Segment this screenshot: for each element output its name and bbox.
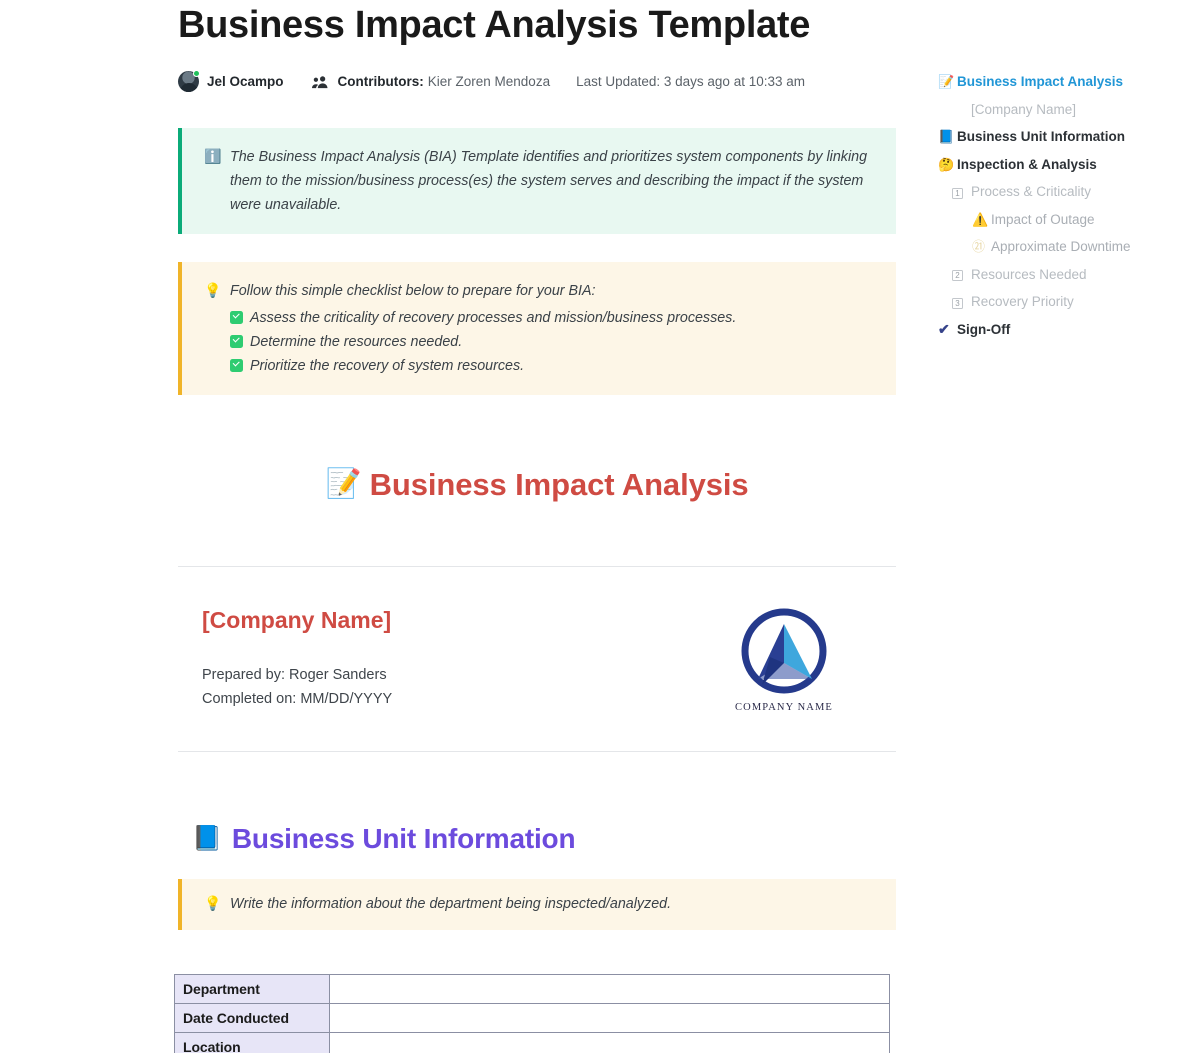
table-row-label: Department (174, 973, 330, 1004)
table-row: Location (174, 1031, 890, 1053)
blue-book-emoji: 📘 (938, 129, 955, 145)
company-logo-caption: COMPANY NAME (735, 701, 833, 713)
company-name-heading: [Company Name] (202, 606, 392, 633)
outline-item-process-criticality[interactable]: 1 Process & Criticality (938, 178, 1188, 206)
author-name: Jel Ocampo (207, 74, 284, 90)
keycap-3-icon: 3 (952, 295, 971, 309)
outline-item-label: Business Impact Analysis (957, 74, 1124, 90)
contributors-label: Contributors: (337, 74, 424, 90)
last-updated-text: Last Updated: 3 days ago at 10:33 am (576, 74, 805, 90)
warning-triangle-emoji: ⚠️ (972, 211, 989, 227)
avatar[interactable] (178, 70, 200, 93)
business-unit-hint-text: Write the information about the departme… (230, 895, 672, 912)
company-logo-mark (741, 608, 827, 694)
checklist-item-label: Prioritize the recovery of system resour… (250, 357, 525, 374)
checked-checkbox-icon[interactable] (230, 358, 243, 372)
business-unit-hint-callout: 💡 Write the information about the depart… (178, 878, 896, 930)
checklist-item-label: Determine the resources needed. (250, 333, 463, 350)
business-unit-heading: 📘 Business Unit Information (178, 818, 896, 860)
company-details: [Company Name] Prepared by: Roger Sander… (202, 603, 392, 712)
memo-emoji: 📝 (325, 468, 362, 501)
outline-item-label: [Company Name] (971, 101, 1077, 117)
table-row: Department (174, 973, 890, 1004)
table-row-value[interactable] (329, 1002, 890, 1033)
table-row-value[interactable] (329, 973, 890, 1004)
lightbulb-emoji: 💡 (204, 894, 222, 911)
outline-item-impact-of-outage[interactable]: ⚠️ Impact of Outage (938, 206, 1188, 234)
info-callout: ℹ️ The Business Impact Analysis (BIA) Te… (178, 127, 896, 234)
table-row-value[interactable] (329, 1031, 890, 1053)
business-unit-heading-text: Business Unit Information (231, 822, 576, 854)
keycap-1-icon: 1 (952, 185, 971, 199)
checklist: Assess the criticality of recovery proce… (204, 306, 876, 378)
outline-item-approximate-downtime[interactable]: ㉑ Approximate Downtime (938, 233, 1188, 261)
outline-item-label: Resources Needed (971, 266, 1087, 282)
checklist-intro: Follow this simple checklist below to pr… (230, 282, 596, 299)
list-item[interactable]: Prioritize the recovery of system resour… (204, 354, 876, 378)
contributors-block: Contributors: Kier Zoren Mendoza (311, 74, 551, 90)
thinking-face-emoji: 🤔 (938, 156, 955, 172)
outline-item-company-name[interactable]: [Company Name] (938, 96, 1188, 124)
document-page: Business Impact Analysis Template Jel Oc… (0, 0, 1200, 1053)
outline-item-inspection-analysis[interactable]: 🤔 Inspection & Analysis (938, 151, 1188, 179)
completed-on-text: Completed on: MM/DD/YYYY (202, 690, 393, 707)
online-status-dot (193, 70, 200, 78)
information-emoji: ℹ️ (204, 147, 222, 164)
company-block: [Company Name] Prepared by: Roger Sander… (178, 567, 896, 725)
outline-item-label: Inspection & Analysis (957, 156, 1097, 172)
lightbulb-emoji: 💡 (204, 281, 222, 298)
bia-heading-text: Business Impact Analysis (369, 466, 749, 502)
outline-item-resources-needed[interactable]: 2 Resources Needed (938, 261, 1188, 289)
outline-item-recovery-priority[interactable]: 3 Recovery Priority (938, 288, 1188, 316)
outline-item-label: Business Unit Information (957, 129, 1126, 145)
outline-item-label: Process & Criticality (971, 184, 1092, 200)
memo-emoji: 📝 (938, 74, 955, 90)
outline-item-label: Recovery Priority (971, 294, 1074, 310)
list-item[interactable]: Assess the criticality of recovery proce… (204, 306, 876, 330)
outline-item-label: Impact of Outage (991, 211, 1095, 227)
checked-checkbox-icon[interactable] (230, 310, 243, 324)
table-row: Date Conducted (174, 1002, 890, 1033)
prepared-by-text: Prepared by: Roger Sanders (202, 666, 387, 683)
outline-item-sign-off[interactable]: ✔ Sign-Off (938, 316, 1188, 344)
document-body: Business Impact Analysis Template Jel Oc… (174, 0, 896, 1053)
outline-item-label: Approximate Downtime (991, 239, 1131, 255)
checklist-item-label: Assess the criticality of recovery proce… (250, 309, 737, 326)
people-icon (311, 75, 328, 88)
document-meta-row: Jel Ocampo Contributors: Kier Zoren Mend… (178, 70, 896, 94)
table-row-label: Date Conducted (174, 1002, 330, 1033)
outline-item-label: Sign-Off (957, 321, 1011, 337)
table-row-label: Location (174, 1031, 330, 1053)
list-item[interactable]: Determine the resources needed. (204, 330, 876, 354)
keycap-2-icon: 2 (952, 267, 971, 282)
section-divider-2 (178, 750, 896, 752)
contributors-names: Kier Zoren Mendoza (427, 74, 551, 90)
checklist-callout: 💡 Follow this simple checklist below to … (178, 261, 896, 395)
mountain-icon: ㉑ (972, 239, 986, 255)
outline-item-business-impact-analysis[interactable]: 📝 Business Impact Analysis (938, 68, 1188, 96)
page-title: Business Impact Analysis Template (178, 4, 811, 46)
info-callout-text: The Business Impact Analysis (BIA) Templ… (230, 148, 868, 213)
checked-checkbox-icon[interactable] (230, 334, 243, 348)
business-unit-table: Department Date Conducted Location (174, 973, 890, 1053)
outline-item-business-unit-information[interactable]: 📘 Business Unit Information (938, 123, 1188, 151)
document-outline: 📝 Business Impact Analysis [Company Name… (938, 68, 1188, 343)
company-logo: COMPANY NAME (728, 605, 840, 713)
blue-book-emoji: 📘 (192, 824, 222, 852)
bia-section-heading: 📝 Business Impact Analysis (178, 457, 896, 513)
check-mark-icon: ✔ (938, 321, 950, 338)
